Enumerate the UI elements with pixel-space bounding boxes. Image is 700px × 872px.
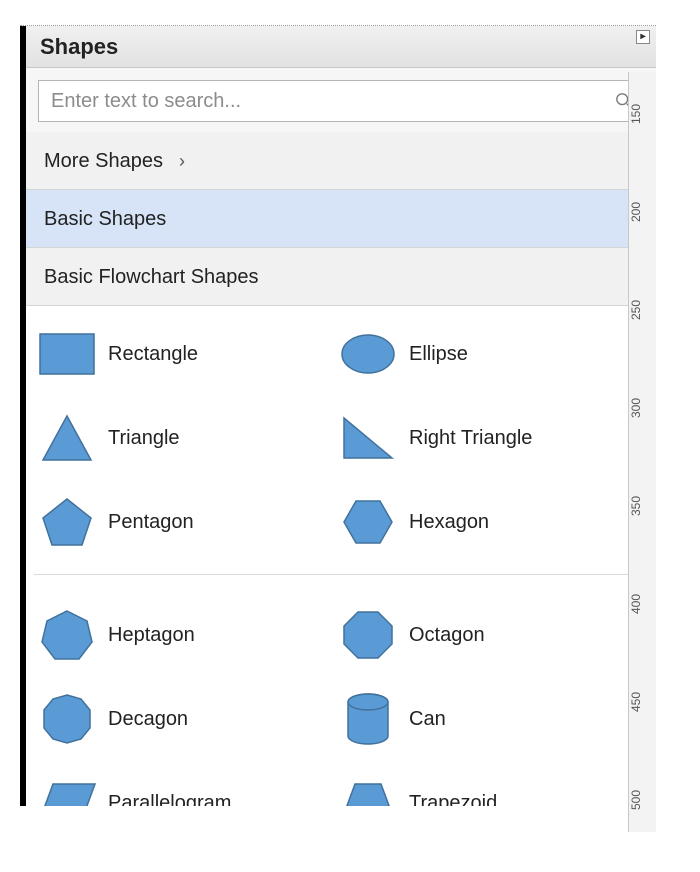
shape-heptagon[interactable]: Heptagon <box>34 593 331 677</box>
pentagon-icon <box>36 491 98 553</box>
triangle-icon <box>36 407 98 469</box>
category-label: More Shapes <box>44 132 163 190</box>
ruler-tick: 250 <box>629 300 656 320</box>
shape-triangle[interactable]: Triangle <box>34 396 331 480</box>
hexagon-icon <box>337 491 399 553</box>
category-basic-shapes[interactable]: Basic Shapes <box>26 190 656 248</box>
shape-label: Pentagon <box>108 511 194 534</box>
shapes-panel-container: Shapes ▸ More Shapes › Basic Shapes Basi… <box>20 8 656 828</box>
ruler-tick: 400 <box>629 594 656 614</box>
ellipse-icon <box>337 323 399 385</box>
can-icon <box>337 688 399 750</box>
shape-decagon[interactable]: Decagon <box>34 677 331 761</box>
shape-ellipse[interactable]: Ellipse <box>335 312 632 396</box>
trapezoid-icon <box>337 772 399 806</box>
shape-rectangle[interactable]: Rectangle <box>34 312 331 396</box>
search-box <box>38 80 644 122</box>
ruler-tick: 150 <box>629 104 656 124</box>
shape-can[interactable]: Can <box>335 677 632 761</box>
shape-parallelogram[interactable]: Parallelogram <box>34 761 331 806</box>
shape-label: Heptagon <box>108 624 195 647</box>
shapes-list-region: Rectangle Ellipse Triangle <box>26 306 656 806</box>
decagon-icon <box>36 688 98 750</box>
document-tab-strip <box>20 8 656 26</box>
ruler-tick: 500 <box>629 790 656 810</box>
vertical-ruler: 150 200 250 300 350 400 450 500 <box>628 72 656 832</box>
panel-title: Shapes <box>40 34 118 59</box>
group-separator <box>34 574 632 575</box>
shapes-panel: Shapes ▸ More Shapes › Basic Shapes Basi… <box>20 26 656 806</box>
search-container <box>26 68 656 132</box>
shape-pentagon[interactable]: Pentagon <box>34 480 331 564</box>
shape-label: Right Triangle <box>409 427 532 450</box>
parallelogram-icon <box>36 772 98 806</box>
ruler-tick: 300 <box>629 398 656 418</box>
ruler-tick: 450 <box>629 692 656 712</box>
rectangle-icon <box>36 323 98 385</box>
right-triangle-icon <box>337 407 399 469</box>
chevron-right-icon: › <box>179 132 185 190</box>
shape-label: Hexagon <box>409 511 489 534</box>
ruler-tick: 200 <box>629 202 656 222</box>
shape-right-triangle[interactable]: Right Triangle <box>335 396 632 480</box>
shape-label: Triangle <box>108 427 180 450</box>
category-basic-flowchart-shapes[interactable]: Basic Flowchart Shapes <box>26 248 656 306</box>
shape-label: Octagon <box>409 624 485 647</box>
category-label: Basic Shapes <box>44 190 166 248</box>
shape-label: Decagon <box>108 708 188 731</box>
shape-octagon[interactable]: Octagon <box>335 593 632 677</box>
panel-header: Shapes ▸ <box>26 26 656 68</box>
shapes-list: Rectangle Ellipse Triangle <box>26 306 636 806</box>
shape-label: Trapezoid <box>409 792 497 807</box>
search-input[interactable] <box>39 81 643 121</box>
shape-label: Can <box>409 708 446 731</box>
shape-trapezoid[interactable]: Trapezoid <box>335 761 632 806</box>
panel-expand-icon[interactable]: ▸ <box>636 30 650 44</box>
ruler-tick: 350 <box>629 496 656 516</box>
category-more-shapes[interactable]: More Shapes › <box>26 132 656 190</box>
heptagon-icon <box>36 604 98 666</box>
shape-label: Parallelogram <box>108 792 231 807</box>
shape-label: Ellipse <box>409 343 468 366</box>
octagon-icon <box>337 604 399 666</box>
shape-hexagon[interactable]: Hexagon <box>335 480 632 564</box>
shape-label: Rectangle <box>108 343 198 366</box>
category-label: Basic Flowchart Shapes <box>44 248 259 306</box>
